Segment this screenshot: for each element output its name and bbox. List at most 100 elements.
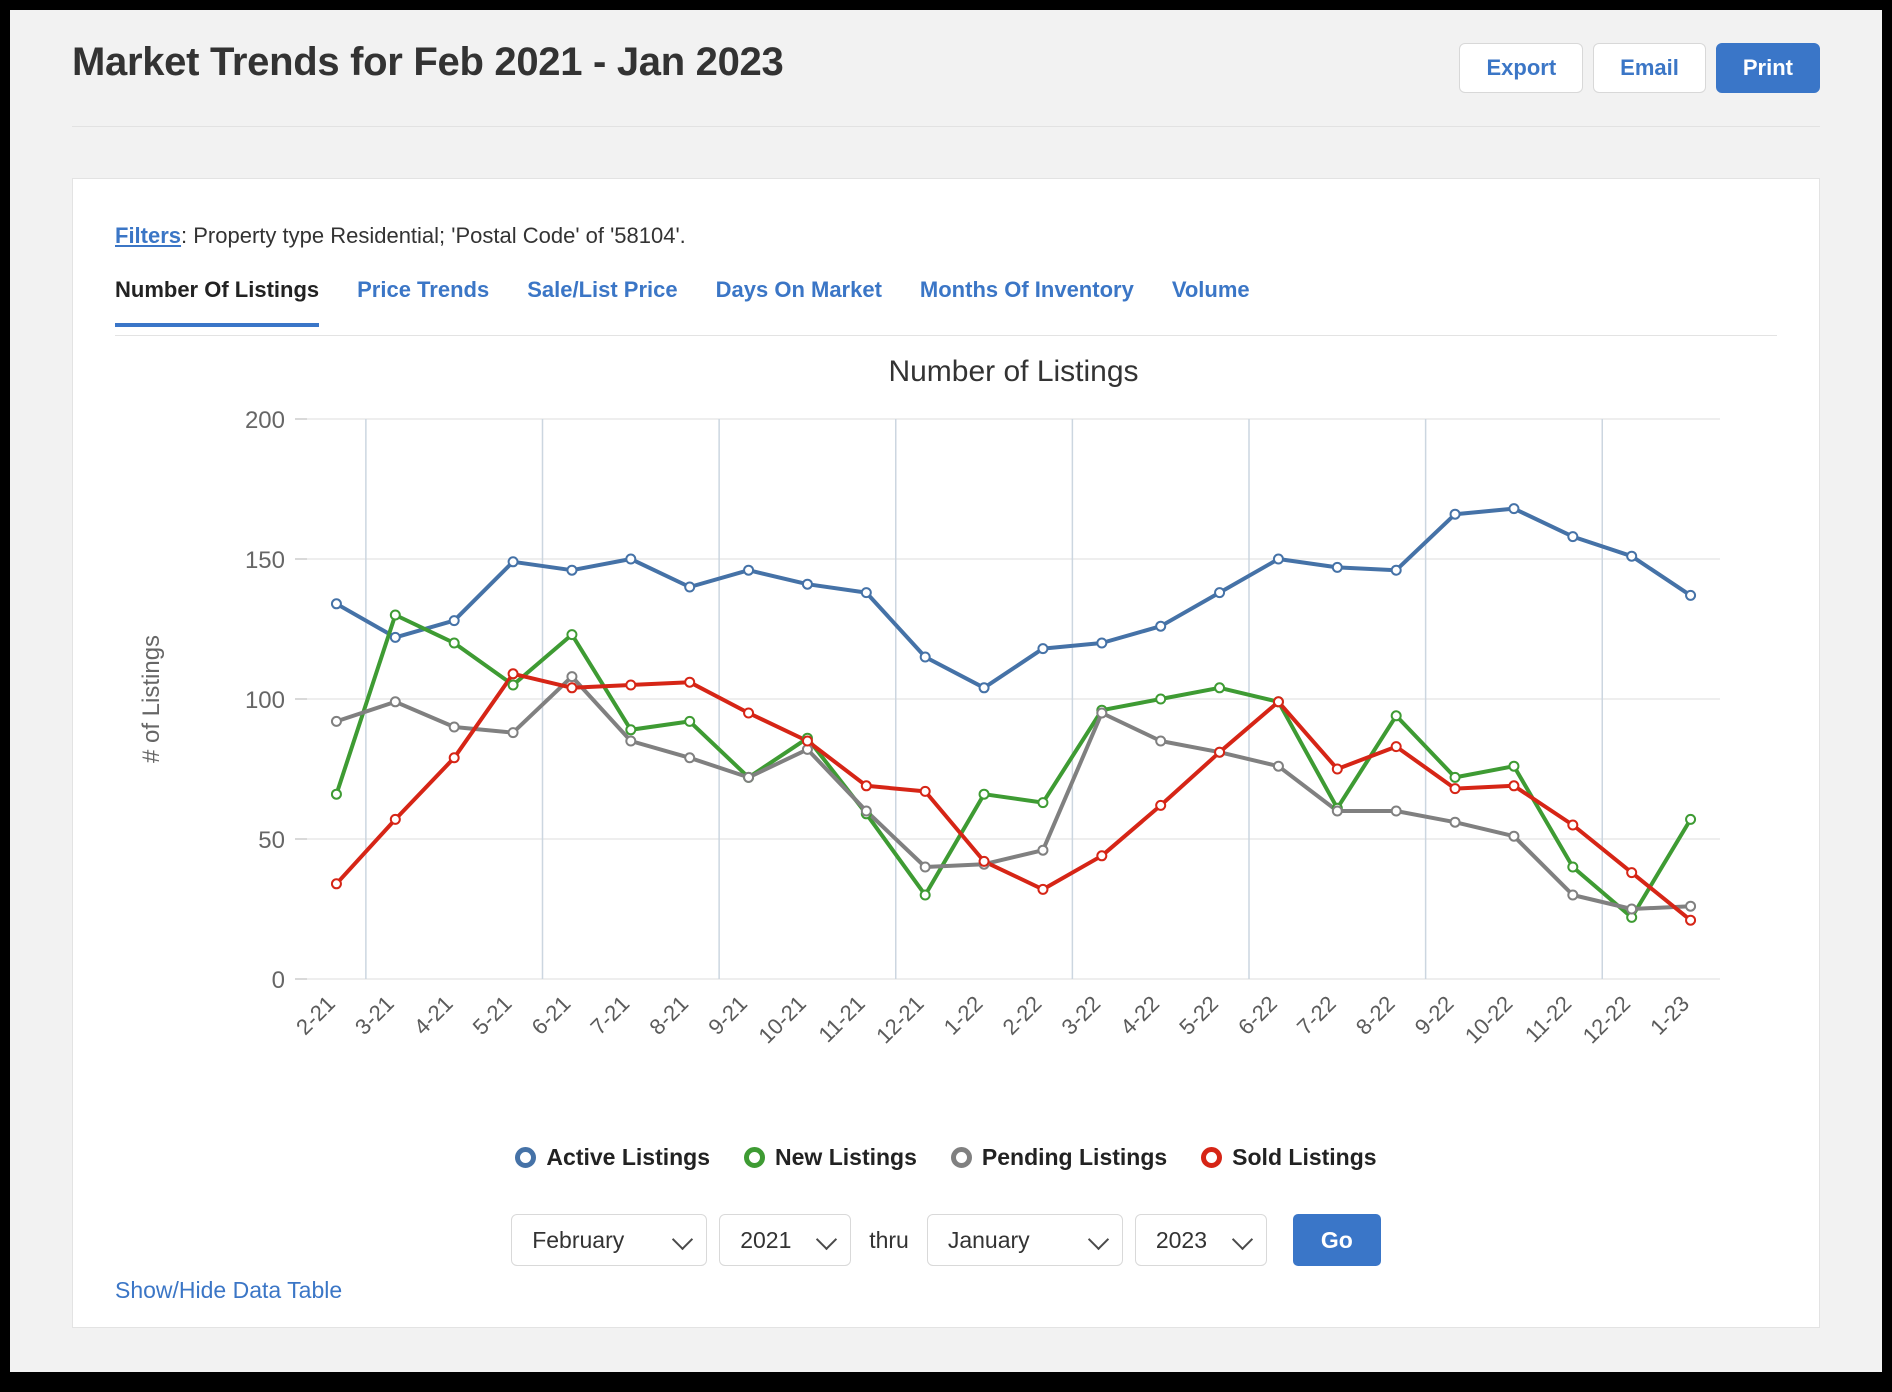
data-point (448, 752, 460, 764)
data-point (330, 788, 342, 800)
listings-line-chart: Number of Listings 0 50 100 150 200 # of Listi… (138, 355, 1720, 1048)
data-point (1390, 564, 1402, 576)
data-point (1508, 780, 1520, 792)
data-point (448, 721, 460, 733)
tab-days-on-market[interactable]: Days On Market (716, 277, 882, 327)
tab-price-trends[interactable]: Price Trends (357, 277, 489, 327)
chevron-down-icon (1087, 1228, 1109, 1251)
print-button[interactable]: Print (1715, 43, 1820, 93)
filters-link[interactable]: Filters (115, 223, 181, 248)
data-point (625, 679, 637, 691)
end-year-value: 2023 (1155, 1226, 1208, 1253)
data-point (389, 696, 401, 708)
legend-item-pending-listings[interactable]: Pending Listings (950, 1144, 1167, 1171)
x-tick-label: 6-22 (1233, 991, 1282, 1040)
show-hide-data-table-link[interactable]: Show/Hide Data Table (115, 1277, 342, 1304)
end-year-select[interactable]: 2023 (1134, 1214, 1267, 1266)
data-point (507, 679, 519, 691)
start-month-select[interactable]: February (511, 1214, 708, 1266)
data-point (507, 727, 519, 739)
data-point (801, 735, 813, 747)
chevron-down-icon (816, 1228, 838, 1251)
data-point (1567, 861, 1579, 873)
data-point (1331, 805, 1343, 817)
data-point (743, 771, 755, 783)
chart-title: Number of Listings (888, 355, 1138, 388)
data-point (625, 553, 637, 565)
data-point (1155, 693, 1167, 705)
data-point (1508, 830, 1520, 842)
y-axis-label: # of Listings (138, 635, 165, 763)
x-tick-label: 9-22 (1410, 991, 1459, 1040)
data-point (507, 556, 519, 568)
data-point (1567, 531, 1579, 543)
page-header: Market Trends for Feb 2021 - Jan 2023 Ex… (10, 10, 1882, 128)
data-point (684, 676, 696, 688)
x-tick-label: 5-21 (468, 991, 517, 1040)
go-button[interactable]: Go (1292, 1214, 1381, 1266)
x-tick-label: 1-23 (1645, 991, 1694, 1040)
data-point (919, 785, 931, 797)
legend-item-new-listings[interactable]: New Listings (744, 1144, 917, 1171)
data-point (448, 615, 460, 627)
data-point (801, 578, 813, 590)
email-button[interactable]: Email (1593, 43, 1706, 93)
tab-number-of-listings[interactable]: Number Of Listings (115, 277, 320, 327)
data-point (1096, 707, 1108, 719)
data-point (330, 878, 342, 890)
data-point (978, 682, 990, 694)
x-tick-label: 6-21 (527, 991, 576, 1040)
start-year-select[interactable]: 2021 (719, 1214, 852, 1266)
x-tick-label: 3-22 (1057, 991, 1106, 1040)
data-point (1626, 550, 1638, 562)
tab-sale-list-price[interactable]: Sale/List Price (527, 277, 677, 327)
y-tick-label: 0 (272, 967, 285, 994)
data-point (1567, 889, 1579, 901)
end-month-value: January (947, 1226, 1030, 1253)
x-tick-label: 5-22 (1174, 991, 1223, 1040)
series-line-new-listings (334, 613, 1693, 920)
data-point (1096, 637, 1108, 649)
data-point (1037, 643, 1049, 655)
y-tick-label: 200 (245, 407, 285, 434)
end-month-select[interactable]: January (926, 1214, 1123, 1266)
data-point (1214, 587, 1226, 599)
date-range-controls: February 2021 thru January 2023 Go (73, 1214, 1819, 1266)
data-point (1272, 553, 1284, 565)
y-tick-label: 150 (245, 547, 285, 574)
app-screen: Market Trends for Feb 2021 - Jan 2023 Ex… (10, 10, 1882, 1372)
data-point (1390, 805, 1402, 817)
x-tick-label: 8-22 (1351, 991, 1400, 1040)
data-point (1272, 760, 1284, 772)
x-tick-label: 10-21 (753, 991, 810, 1048)
chevron-down-icon (672, 1228, 694, 1251)
legend-marker-icon (950, 1147, 972, 1168)
x-tick-label: 2-22 (998, 991, 1047, 1040)
tab-months-of-inventory[interactable]: Months Of Inventory (920, 277, 1134, 327)
data-point (743, 564, 755, 576)
data-point (1037, 883, 1049, 895)
legend-item-active-listings[interactable]: Active Listings (515, 1144, 710, 1171)
tab-volume[interactable]: Volume (1172, 277, 1250, 327)
data-point (860, 587, 872, 599)
x-tick-label: 4-21 (409, 991, 458, 1040)
data-point (625, 735, 637, 747)
data-point (1449, 816, 1461, 828)
export-button[interactable]: Export (1459, 43, 1584, 93)
data-point (1155, 620, 1167, 632)
legend-marker-icon (1201, 1147, 1223, 1168)
data-point (684, 752, 696, 764)
data-point (1626, 867, 1638, 879)
data-point (1567, 819, 1579, 831)
data-point (1449, 508, 1461, 520)
data-point (919, 861, 931, 873)
data-point (1272, 696, 1284, 708)
legend-marker-icon (515, 1147, 537, 1168)
legend-marker-icon (744, 1147, 766, 1168)
legend-item-sold-listings[interactable]: Sold Listings (1201, 1144, 1377, 1171)
x-tick-label: 10-22 (1460, 991, 1517, 1048)
header-divider (72, 126, 1820, 127)
data-point (860, 780, 872, 792)
thru-label: thru (869, 1226, 909, 1253)
legend-label: New Listings (775, 1144, 917, 1170)
